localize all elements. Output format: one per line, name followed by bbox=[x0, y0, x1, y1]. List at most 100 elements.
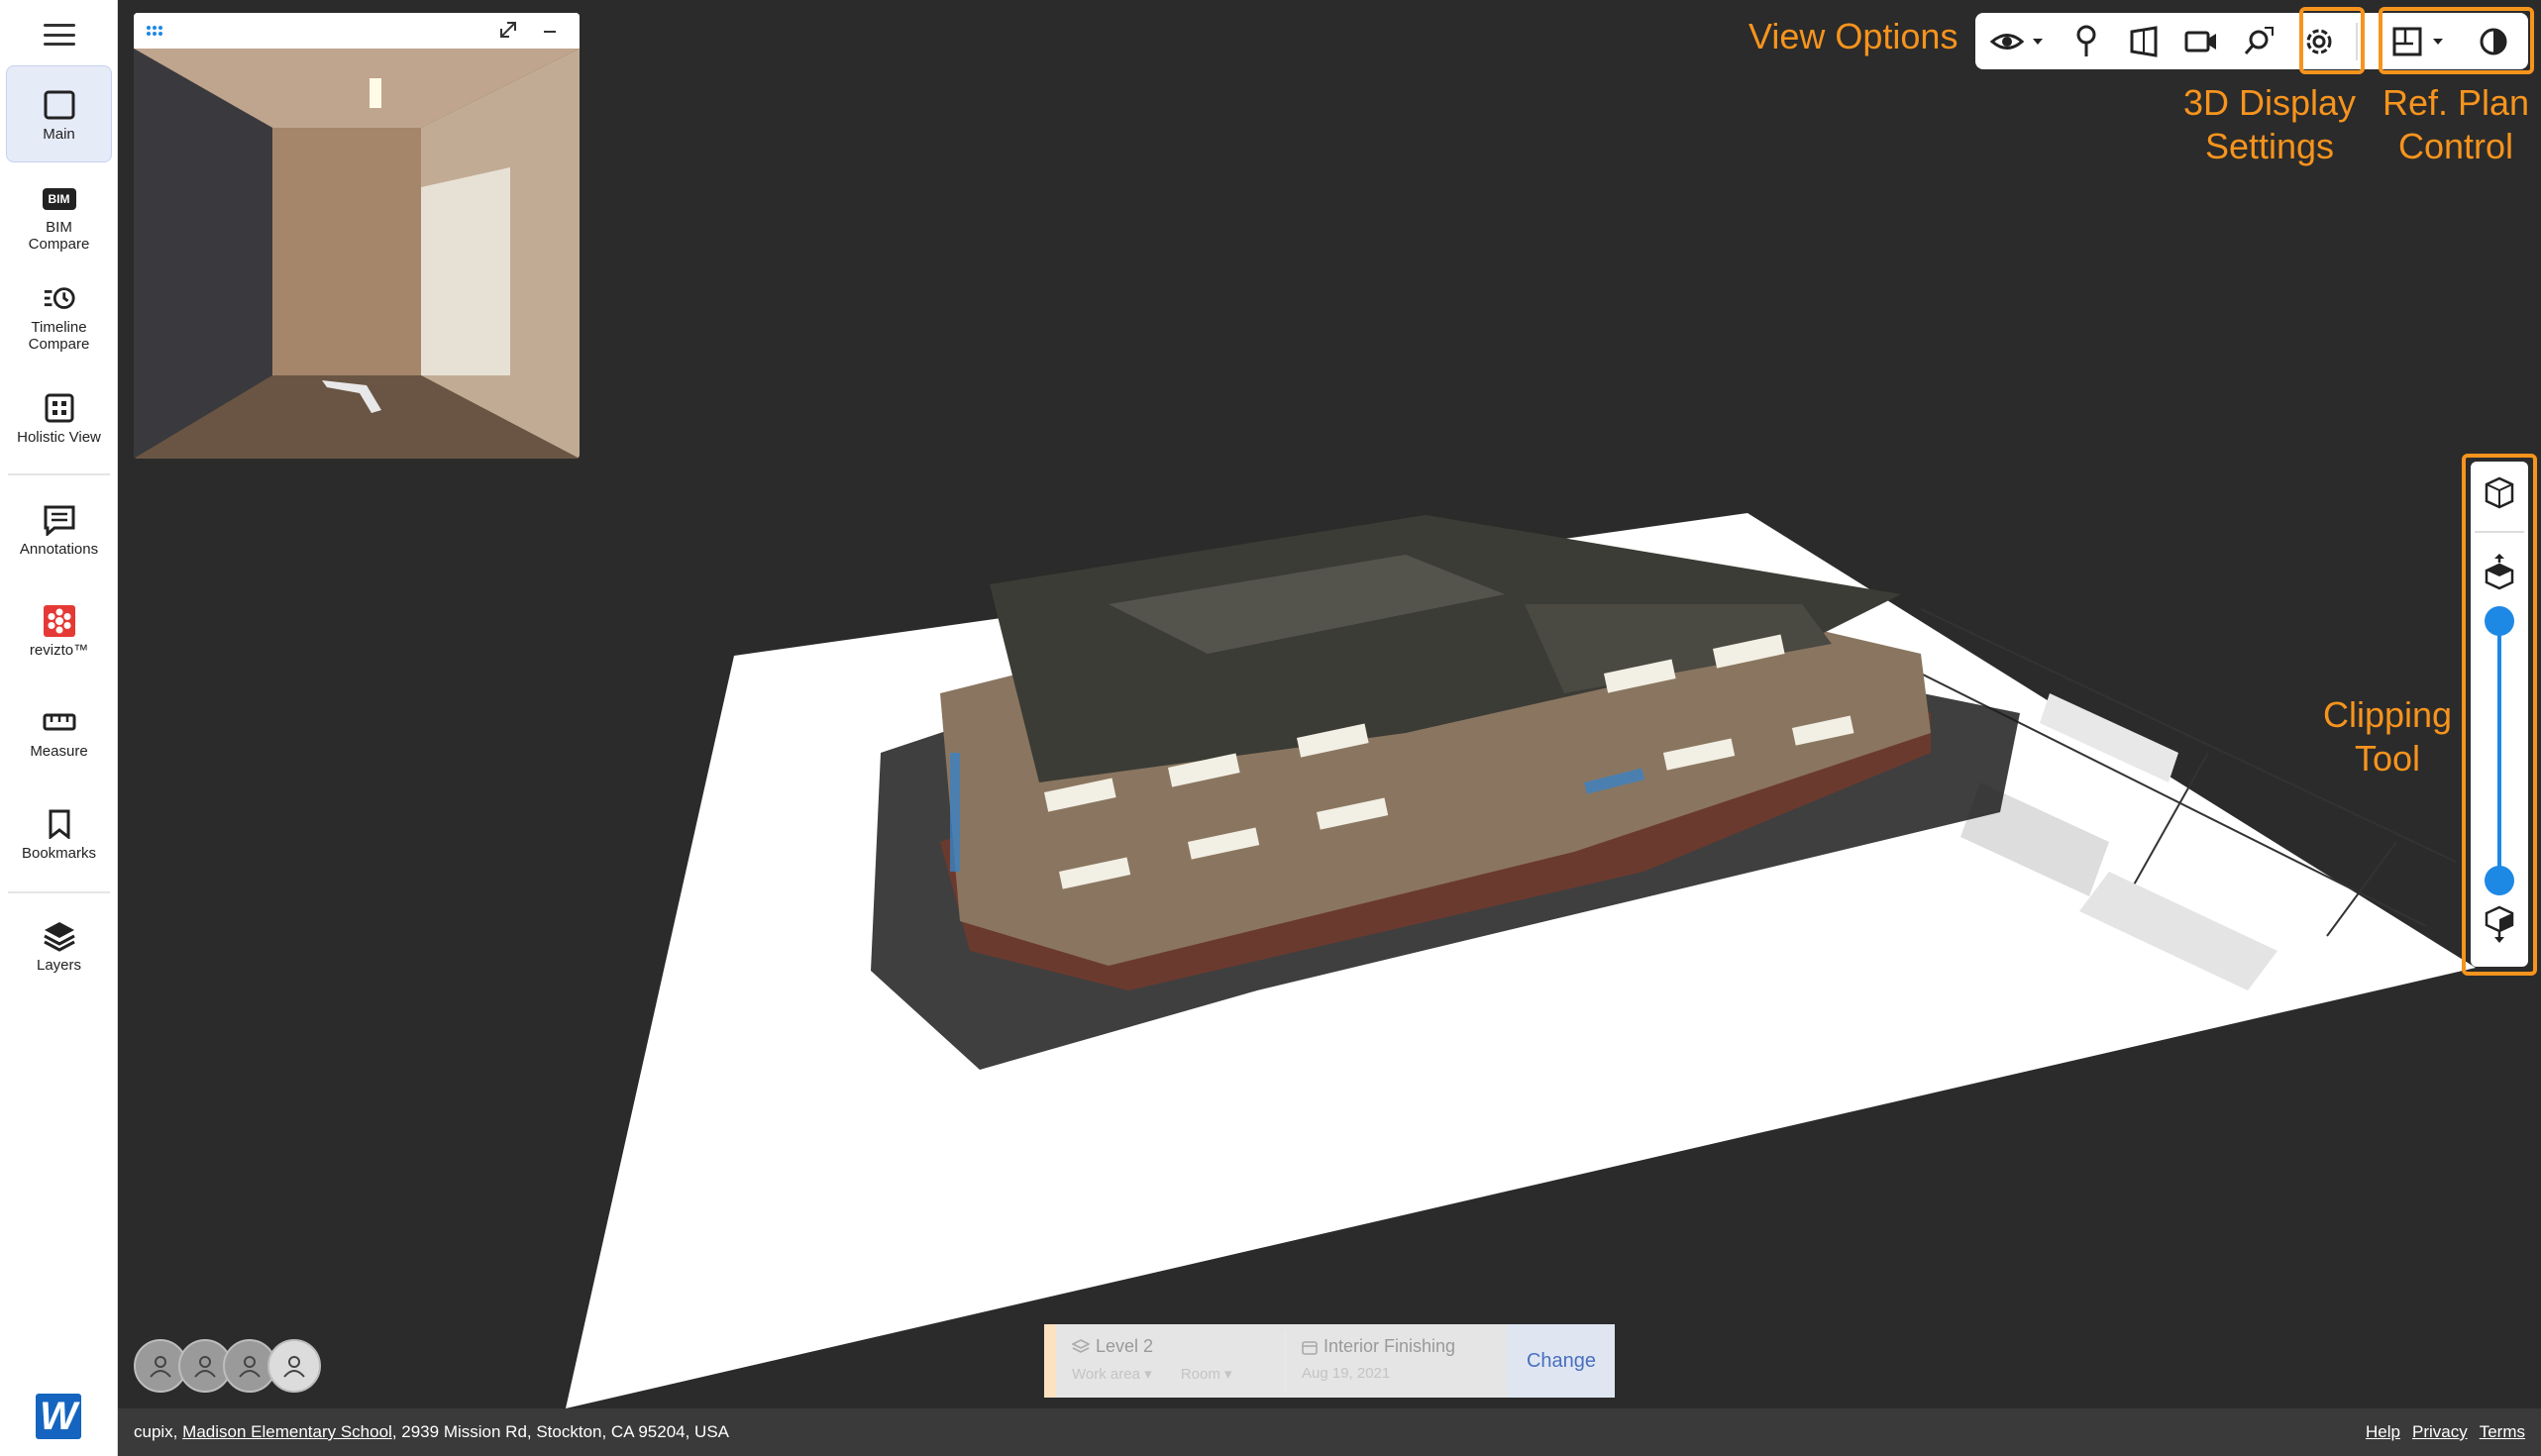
clip-slider-top-handle[interactable] bbox=[2485, 606, 2514, 636]
user-icon bbox=[283, 1356, 305, 1378]
callout-line: Tool bbox=[2354, 738, 2421, 779]
level-selector: Level 2 Work area ▾ Room ▾ Interior Fini… bbox=[1044, 1324, 1615, 1398]
clip-slider-track[interactable] bbox=[2497, 620, 2501, 880]
clipping-tool-callout: Clipping Tool bbox=[2308, 693, 2467, 780]
callout-line: Settings bbox=[2204, 126, 2335, 166]
timeline-icon bbox=[43, 283, 76, 315]
hamburger-menu-icon[interactable] bbox=[38, 20, 81, 50]
display-settings-callout: 3D Display Settings bbox=[2166, 81, 2374, 168]
status-bar: cupix, Madison Elementary School, 2939 M… bbox=[118, 1408, 2541, 1456]
user-icon bbox=[150, 1356, 171, 1378]
contrast-button[interactable] bbox=[2473, 21, 2514, 62]
change-button[interactable]: Change bbox=[1508, 1324, 1615, 1398]
level-section[interactable]: Level 2 Work area ▾ Room ▾ bbox=[1056, 1324, 1284, 1398]
pin-icon bbox=[2076, 25, 2096, 56]
dots-grid-icon[interactable] bbox=[146, 25, 163, 37]
calendar-icon bbox=[1302, 1341, 1318, 1356]
minimize-icon[interactable] bbox=[542, 29, 558, 35]
sidebar-item-annotations[interactable]: Annotations bbox=[6, 503, 112, 563]
clip-slider-bottom-handle[interactable] bbox=[2485, 866, 2514, 895]
bim-icon: BIM bbox=[42, 183, 76, 215]
revizto-icon bbox=[43, 604, 76, 638]
level-title: Level 2 bbox=[1071, 1336, 1268, 1357]
panorama-viewer[interactable] bbox=[134, 13, 580, 459]
perspective-button[interactable] bbox=[2124, 21, 2164, 62]
callout-line: Clipping bbox=[2322, 694, 2453, 735]
sidebar-item-measure[interactable]: Measure bbox=[6, 705, 112, 765]
sidebar-item-bookmarks[interactable]: Bookmarks bbox=[6, 807, 112, 867]
user-icon bbox=[239, 1356, 261, 1378]
avatar[interactable] bbox=[267, 1339, 321, 1393]
left-sidebar: Main BIM BIM Compare Timeline Compare Ho… bbox=[0, 0, 118, 1456]
clip-bottom-button[interactable] bbox=[2483, 905, 2516, 950]
sidebar-item-label: Measure bbox=[30, 743, 88, 760]
3d-display-settings-button[interactable] bbox=[2298, 21, 2340, 62]
clip-divider bbox=[2475, 531, 2524, 533]
clip-box-button[interactable] bbox=[2475, 466, 2524, 519]
top-toolbar bbox=[1975, 13, 2528, 69]
sidebar-item-main[interactable]: Main bbox=[6, 65, 112, 162]
level-filters: Work area ▾ Room ▾ bbox=[1072, 1365, 1268, 1383]
sidebar-item-label: BIM Compare bbox=[28, 219, 90, 253]
bim-badge: BIM bbox=[42, 188, 76, 210]
privacy-link[interactable]: Privacy bbox=[2412, 1422, 2468, 1442]
company-name: cupix, bbox=[134, 1422, 178, 1441]
sidebar-item-label: Main bbox=[43, 126, 75, 143]
callout-line: 3D Display bbox=[2182, 82, 2357, 123]
phase-section[interactable]: Interior Finishing Aug 19, 2021 bbox=[1286, 1324, 1508, 1398]
footer-links: Help Privacy Terms bbox=[2366, 1422, 2525, 1442]
sidebar-item-label: Holistic View bbox=[17, 429, 101, 446]
sidebar-item-layers[interactable]: Layers bbox=[6, 919, 112, 979]
view-options-callout: View Options bbox=[1748, 16, 1959, 56]
pin-button[interactable] bbox=[2066, 21, 2106, 62]
ruler-icon bbox=[43, 705, 76, 739]
chevron-down-icon bbox=[2433, 39, 2443, 45]
project-address: , 2939 Mission Rd, Stockton, CA 95204, U… bbox=[391, 1422, 730, 1441]
cube-down-icon bbox=[2485, 905, 2514, 943]
sidebar-item-label: Timeline Compare bbox=[28, 319, 90, 353]
room-dropdown[interactable]: Room bbox=[1181, 1366, 1220, 1383]
level-name: Level 2 bbox=[1096, 1336, 1154, 1356]
sidebar-item-label: Annotations bbox=[19, 541, 99, 558]
clip-top-button[interactable] bbox=[2483, 553, 2516, 595]
level-accent bbox=[1044, 1324, 1056, 1398]
expand-icon[interactable] bbox=[497, 19, 519, 41]
terms-link[interactable]: Terms bbox=[2480, 1422, 2525, 1442]
callout-line: Control bbox=[2397, 126, 2514, 166]
logo-letter: W bbox=[36, 1394, 81, 1439]
sidebar-divider bbox=[8, 473, 110, 475]
sidebar-item-revizto[interactable]: revizto™ bbox=[6, 604, 112, 664]
grid-icon bbox=[43, 391, 76, 425]
sidebar-item-label: Bookmarks bbox=[21, 845, 97, 862]
layers-icon bbox=[43, 919, 76, 953]
square-icon bbox=[43, 88, 76, 122]
zoom-extent-button[interactable] bbox=[2239, 21, 2278, 62]
callout-line: Ref. Plan bbox=[2382, 82, 2530, 123]
panorama-header bbox=[134, 13, 580, 49]
sidebar-item-holistic-view[interactable]: Holistic View bbox=[6, 391, 112, 451]
phase-name: Interior Finishing bbox=[1323, 1336, 1456, 1356]
ref-plan-callout: Ref. Plan Control bbox=[2372, 81, 2540, 168]
sidebar-item-bim-compare[interactable]: BIM BIM Compare bbox=[6, 183, 112, 253]
toolbar-divider bbox=[2356, 23, 2358, 60]
annotation-icon bbox=[43, 503, 76, 537]
ref-plan-dropdown[interactable] bbox=[2391, 21, 2455, 62]
search-zoom-icon bbox=[2244, 27, 2274, 54]
sidebar-item-label: revizto™ bbox=[29, 642, 89, 659]
project-link[interactable]: Madison Elementary School bbox=[182, 1422, 392, 1441]
work-area-dropdown[interactable]: Work area bbox=[1072, 1366, 1140, 1383]
visibility-dropdown[interactable] bbox=[1989, 21, 2049, 62]
bookmark-icon bbox=[43, 807, 76, 841]
user-icon bbox=[194, 1356, 216, 1378]
clip-box-icon bbox=[2485, 476, 2514, 509]
gear-icon bbox=[2306, 29, 2332, 54]
sidebar-item-timeline-compare[interactable]: Timeline Compare bbox=[6, 283, 112, 353]
perspective-icon bbox=[2130, 26, 2158, 57]
panorama-image[interactable] bbox=[134, 49, 580, 459]
chevron-down-icon: ▾ bbox=[1144, 1366, 1152, 1383]
camera-button[interactable] bbox=[2181, 21, 2221, 62]
help-link[interactable]: Help bbox=[2366, 1422, 2400, 1442]
cube-up-icon bbox=[2485, 554, 2514, 590]
video-camera-icon bbox=[2184, 31, 2216, 52]
sidebar-divider bbox=[8, 891, 110, 893]
